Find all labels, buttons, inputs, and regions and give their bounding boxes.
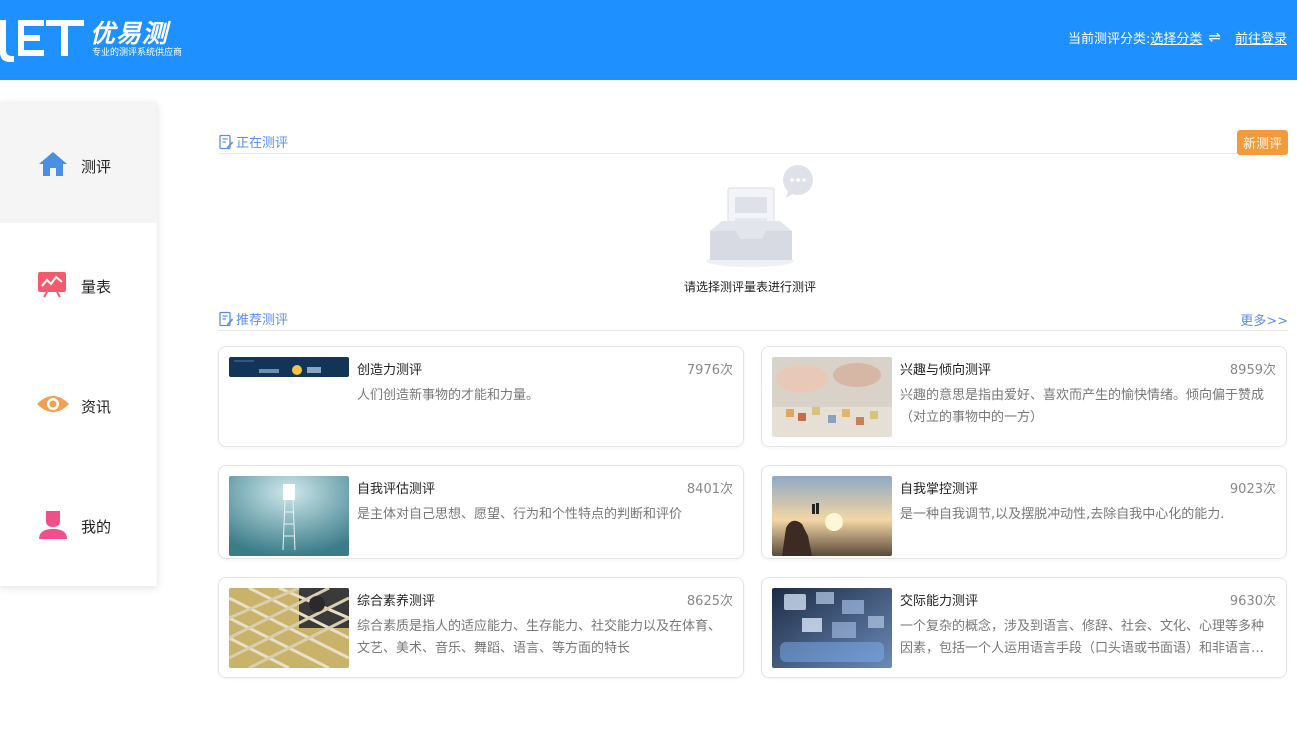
more-link[interactable]: 更多>>	[1240, 310, 1288, 329]
edit-doc-icon	[219, 134, 234, 149]
sidebar-item-scales[interactable]: 量表	[0, 222, 157, 343]
assessment-card[interactable]: 自我掌控测评 9023次 是一种自我调节,以及摆脱冲动性,去除自我中心化的能力.	[761, 465, 1287, 559]
card-thumbnail	[229, 357, 349, 377]
edit-doc-icon	[219, 311, 234, 326]
card-desc: 是一种自我调节,以及摆脱冲动性,去除自我中心化的能力.	[900, 507, 1225, 522]
login-link[interactable]: 前往登录	[1235, 28, 1287, 47]
assessment-card[interactable]: 创造力测评 7976次 人们创造新事物的才能和力量。	[218, 346, 744, 447]
card-title: 自我评估测评	[357, 482, 436, 497]
swap-icon[interactable]: ⇌	[1208, 28, 1221, 46]
header-actions: 当前测评分类: 选择分类 ⇌ 前往登录	[1068, 27, 1287, 47]
new-assessment-button[interactable]: 新测评	[1236, 130, 1288, 155]
user-icon	[39, 511, 67, 539]
logo[interactable]: 优易测 专业的测评系统供应商	[0, 8, 200, 68]
sidebar-item-mine[interactable]: 我的	[0, 462, 157, 583]
chart-board-icon	[38, 272, 66, 298]
card-count: 9023次	[1229, 482, 1276, 497]
card-thumbnail	[772, 476, 892, 556]
home-icon	[39, 152, 67, 176]
card-count: 8401次	[686, 482, 733, 497]
card-thumbnail	[229, 476, 349, 556]
card-thumbnail	[229, 588, 349, 668]
recommended-header: 推荐测评 更多>>	[218, 290, 1288, 331]
eye-icon	[37, 396, 69, 412]
logo-slogan: 专业的测评系统供应商	[92, 48, 183, 58]
logo-mark-icon	[0, 20, 84, 62]
card-count: 7976次	[686, 363, 733, 378]
card-title: 创造力测评	[357, 363, 423, 378]
top-header: 优易测 专业的测评系统供应商 当前测评分类: 选择分类 ⇌ 前往登录	[0, 0, 1297, 80]
card-title: 自我掌控测评	[900, 482, 979, 497]
card-desc: 综合素质是指人的适应能力、生存能力、社交能力以及在体育、文艺、美术、音乐、舞蹈、…	[357, 619, 722, 656]
empty-inbox-icon	[706, 165, 813, 267]
assessment-card[interactable]: 自我评估测评 8401次 是主体对自己思想、愿望、行为和个性特点的判断和评价	[218, 465, 744, 559]
current-assessment-title: 正在测评	[218, 132, 288, 151]
sidebar-item-news[interactable]: 资讯	[0, 342, 157, 463]
section-title-text: 正在测评	[236, 136, 289, 151]
sidebar-item-label: 我的	[81, 518, 112, 536]
card-title: 兴趣与倾向测评	[900, 363, 992, 378]
card-thumbnail	[772, 357, 892, 437]
current-assessment-header: 正在测评 新测评	[218, 113, 1288, 155]
card-title: 交际能力测评	[900, 594, 979, 609]
sidebar-item-label: 量表	[81, 278, 112, 296]
card-count: 8959次	[1229, 363, 1276, 378]
card-desc: 是主体对自己思想、愿望、行为和个性特点的判断和评价	[357, 507, 683, 522]
card-desc: 一个复杂的概念，涉及到语言、修辞、社会、文化、心理等多种因素，包括一个人运用语言…	[900, 619, 1265, 656]
sidebar-item-label: 测评	[81, 158, 112, 176]
assessment-card[interactable]: 综合素养测评 8625次 综合素质是指人的适应能力、生存能力、社交能力以及在体育…	[218, 577, 744, 678]
select-category-link[interactable]: 选择分类	[1150, 28, 1202, 47]
recommended-title: 推荐测评	[218, 309, 288, 328]
assessment-card[interactable]: 交际能力测评 9630次 一个复杂的概念，涉及到语言、修辞、社会、文化、心理等多…	[761, 577, 1287, 678]
assessment-card[interactable]: 兴趣与倾向测评 8959次 兴趣的意思是指由爱好、喜欢而产生的愉快情绪。倾向偏于…	[761, 346, 1287, 447]
section-title-text: 推荐测评	[236, 313, 289, 328]
card-count: 8625次	[686, 594, 733, 609]
sidebar-item-assessment[interactable]: 测评	[0, 102, 157, 223]
card-title: 综合素养测评	[357, 594, 436, 609]
card-desc: 人们创造新事物的才能和力量。	[357, 388, 540, 403]
card-desc: 兴趣的意思是指由爱好、喜欢而产生的愉快情绪。倾向偏于赞成（对立的事物中的一方）	[900, 388, 1265, 425]
sidebar-item-label: 资讯	[81, 398, 112, 416]
card-count: 9630次	[1229, 594, 1276, 609]
category-label: 当前测评分类:	[1068, 31, 1151, 47]
card-thumbnail	[772, 588, 892, 668]
sidebar: 测评 量表 资讯 我的	[0, 102, 157, 586]
